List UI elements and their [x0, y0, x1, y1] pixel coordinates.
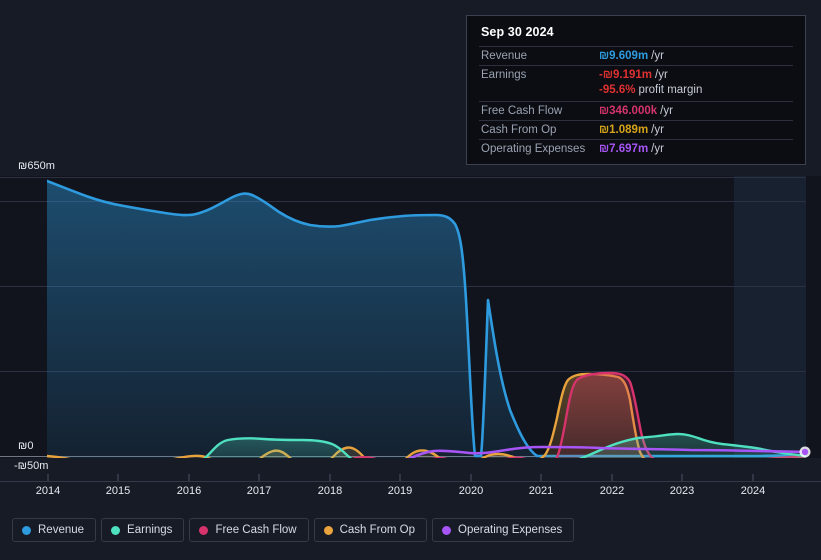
tooltip-row-operating-expenses: Operating Expenses ₪7.697m /yr [479, 139, 793, 158]
tooltip-unit-profit-margin: profit margin [638, 84, 703, 96]
legend-dot-free-cash-flow-icon [199, 525, 209, 535]
tooltip-row-profit-margin: -95.6% profit margin [479, 84, 793, 101]
x-tick-marks [47, 474, 754, 481]
tooltip-unit-revenue: /yr [651, 50, 664, 62]
tooltip-date: Sep 30 2024 [481, 25, 554, 39]
tooltip-value-earnings: -₪9.191m [599, 69, 652, 81]
x-axis-label-2023: 2023 [669, 485, 695, 497]
legend-label-revenue: Revenue [38, 524, 85, 536]
x-axis-label-2022: 2022 [599, 485, 625, 497]
tooltip-label-earnings: Earnings [481, 69, 527, 81]
tooltip-value-operating-expenses: ₪7.697m [599, 143, 649, 155]
x-axis-label-2017: 2017 [246, 485, 272, 497]
tooltip-value-cash-from-op: ₪1.089m [599, 124, 649, 136]
x-axis-label-2015: 2015 [105, 485, 131, 497]
tooltip-unit-free-cash-flow: /yr [660, 105, 673, 117]
tooltip-value-profit-margin: -95.6% [599, 84, 636, 96]
legend-item-cash-from-op[interactable]: Cash From Op [313, 518, 428, 542]
tooltip-unit-earnings: /yr [655, 69, 668, 81]
x-axis-label-2020: 2020 [458, 485, 484, 497]
chart-legend: Revenue Earnings Free Cash Flow Cash Fro… [12, 518, 575, 542]
y-axis-label-zero: ₪0 [18, 440, 34, 452]
legend-item-earnings[interactable]: Earnings [101, 518, 185, 542]
x-axis-label-2018: 2018 [317, 485, 343, 497]
y-axis-label-min: -₪50m [14, 460, 49, 472]
legend-dot-cash-from-op-icon [323, 525, 333, 535]
legend-label-operating-expenses: Operating Expenses [458, 524, 563, 536]
chart-tooltip: Sep 30 2024 Revenue ₪9.609m /yr Earnings… [466, 15, 806, 165]
legend-label-cash-from-op: Cash From Op [339, 524, 416, 536]
tooltip-row-revenue: Revenue ₪9.609m /yr [479, 46, 793, 65]
tooltip-value-free-cash-flow: ₪346.000k [599, 105, 658, 117]
legend-item-free-cash-flow[interactable]: Free Cash Flow [189, 518, 309, 542]
legend-dot-operating-expenses-icon [442, 525, 452, 535]
legend-item-revenue[interactable]: Revenue [12, 518, 97, 542]
legend-item-operating-expenses[interactable]: Operating Expenses [432, 518, 575, 542]
legend-dot-earnings-icon [111, 525, 121, 535]
x-axis-label-2016: 2016 [176, 485, 202, 497]
highlight-point-marker[interactable] [799, 446, 811, 458]
forecast-band [734, 176, 806, 458]
financial-chart-widget: Sep 30 2024 Revenue ₪9.609m /yr Earnings… [0, 0, 821, 560]
tooltip-value-revenue: ₪9.609m [599, 50, 649, 62]
x-axis-label-2024: 2024 [740, 485, 766, 497]
tooltip-unit-cash-from-op: /yr [651, 124, 664, 136]
tooltip-label-cash-from-op: Cash From Op [481, 124, 557, 136]
legend-label-free-cash-flow: Free Cash Flow [215, 524, 297, 536]
tooltip-unit-operating-expenses: /yr [651, 143, 664, 155]
tooltip-row-cash-from-op: Cash From Op ₪1.089m /yr [479, 120, 793, 139]
tooltip-row-free-cash-flow: Free Cash Flow ₪346.000k /yr [479, 101, 793, 120]
tooltip-row-earnings: Earnings -₪9.191m /yr [479, 65, 793, 84]
x-axis-label-2021: 2021 [528, 485, 554, 497]
x-axis-label-2014: 2014 [35, 485, 61, 497]
legend-label-earnings: Earnings [127, 524, 173, 536]
tooltip-label-free-cash-flow: Free Cash Flow [481, 105, 563, 117]
y-axis-label-max: ₪650m [18, 160, 55, 172]
tooltip-label-revenue: Revenue [481, 50, 528, 62]
tooltip-label-operating-expenses: Operating Expenses [481, 143, 586, 155]
x-axis-label-2019: 2019 [387, 485, 413, 497]
legend-dot-revenue-icon [22, 525, 31, 535]
